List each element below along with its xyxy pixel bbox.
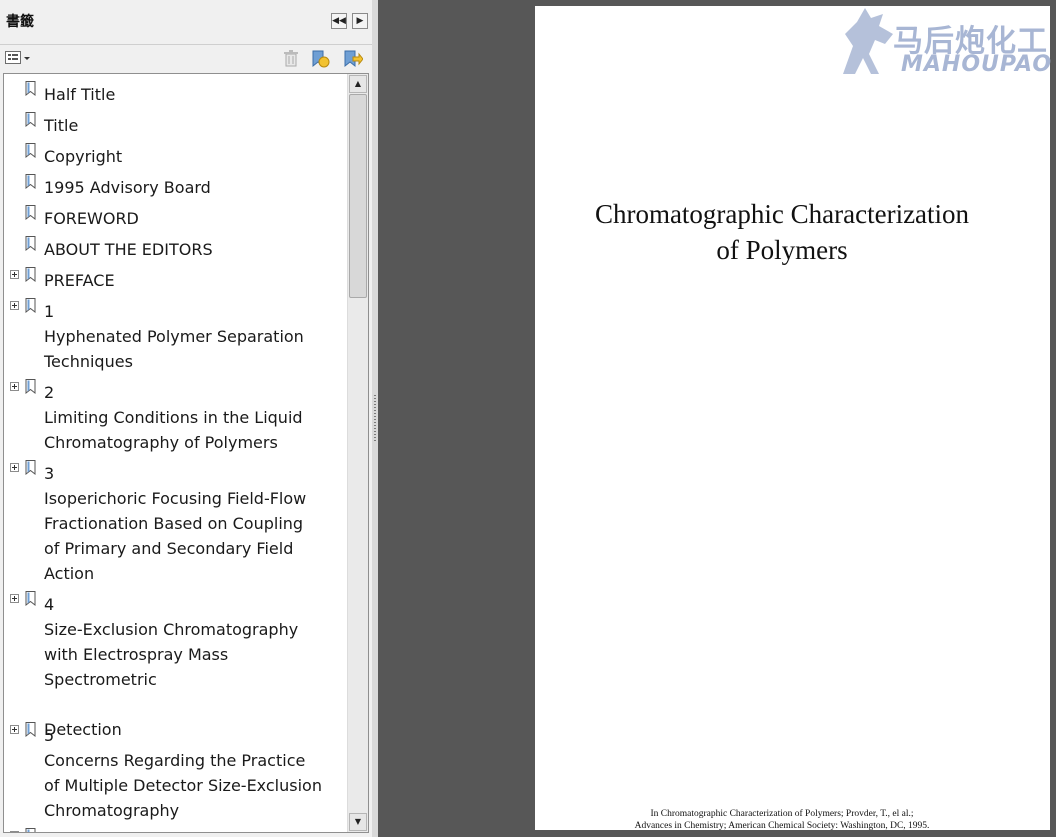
panel-header: 書籤 ◀◀ ▶ [0,0,372,45]
bookmark-icon [25,298,36,313]
bookmark-icon [25,828,36,832]
bookmark-icon [25,81,36,96]
bookmark-label[interactable]: ABOUT THE EDITORS [44,237,344,262]
bookmark-label[interactable]: 2 Limiting Conditions in the Liquid Chro… [44,380,344,455]
bookmark-icon [25,460,36,475]
bookmark-icon [25,112,36,127]
options-menu-icon[interactable] [5,50,31,68]
document-title: Chromatographic Characterization of Poly… [594,199,970,265]
expand-toggle-icon[interactable] [10,301,19,310]
bookmark-icon [25,722,36,737]
bookmark-icon [25,143,36,158]
trash-icon[interactable] [283,50,299,68]
next-panel-button[interactable]: ▶ [352,13,368,29]
bookmark-label[interactable]: 1995 Advisory Board [44,175,344,200]
bookmarks-toolbar [0,45,372,73]
expand-toggle-icon[interactable] [10,725,19,734]
collapse-panel-button[interactable]: ◀◀ [331,13,347,29]
bookmark-icon [25,205,36,220]
bookmarks-tree: Half Title Title Copyright 1995 Advisory Bo… [3,73,369,833]
splitter-grip-icon [374,395,376,443]
bookmarks-list: Half Title Title Copyright 1995 Advisory Bo… [4,74,346,832]
bookmark-goto-icon[interactable] [343,50,364,68]
expand-toggle-icon[interactable] [10,270,19,279]
bookmark-icon [25,267,36,282]
vertical-scrollbar[interactable]: ▲ ▼ [347,74,368,832]
scroll-up-icon[interactable]: ▲ [349,75,367,93]
expand-toggle-icon[interactable] [10,594,19,603]
panel-title: 書籤 [6,14,34,30]
bookmark-icon [25,379,36,394]
bookmark-icon [25,236,36,251]
bookmark-icon [25,174,36,189]
bookmark-label[interactable]: PREFACE [44,268,344,293]
document-footer: In Chromatographic Characterization of P… [634,809,930,831]
bookmark-label[interactable]: Title [44,113,344,138]
bookmark-label[interactable]: 5 Concerns Regarding the Practice of Mul… [44,723,344,823]
bookmark-label[interactable]: Copyright [44,144,344,169]
bookmark-expand-icon[interactable] [311,50,331,68]
scrollbar-thumb[interactable] [349,94,367,298]
expand-toggle-icon[interactable] [10,382,19,391]
watermark-text-en: MAHOUPAO [901,52,1053,77]
bookmark-label[interactable]: FOREWORD [44,206,344,231]
bookmark-label[interactable]: 3 Isoperichoric Focusing Field-Flow Frac… [44,461,344,586]
expand-toggle-icon[interactable] [10,831,19,832]
bookmark-label[interactable]: Half Title [44,82,344,107]
panel-splitter[interactable] [372,0,378,837]
watermark-logo: 马后炮化工 MAHOUPAO [835,4,1053,80]
scroll-down-icon[interactable]: ▼ [349,813,367,831]
bookmark-label[interactable]: 4 Size-Exclusion Chromatography with Ele… [44,592,344,742]
bookmark-icon [25,591,36,606]
bookmark-label[interactable]: 1 Hyphenated Polymer Separation Techniqu… [44,299,344,374]
document-page: Chromatographic Characterization of Poly… [535,4,1053,831]
bookmarks-panel: 書籤 ◀◀ ▶ Half Title Title Copyright 1995 … [0,0,372,837]
expand-toggle-icon[interactable] [10,463,19,472]
